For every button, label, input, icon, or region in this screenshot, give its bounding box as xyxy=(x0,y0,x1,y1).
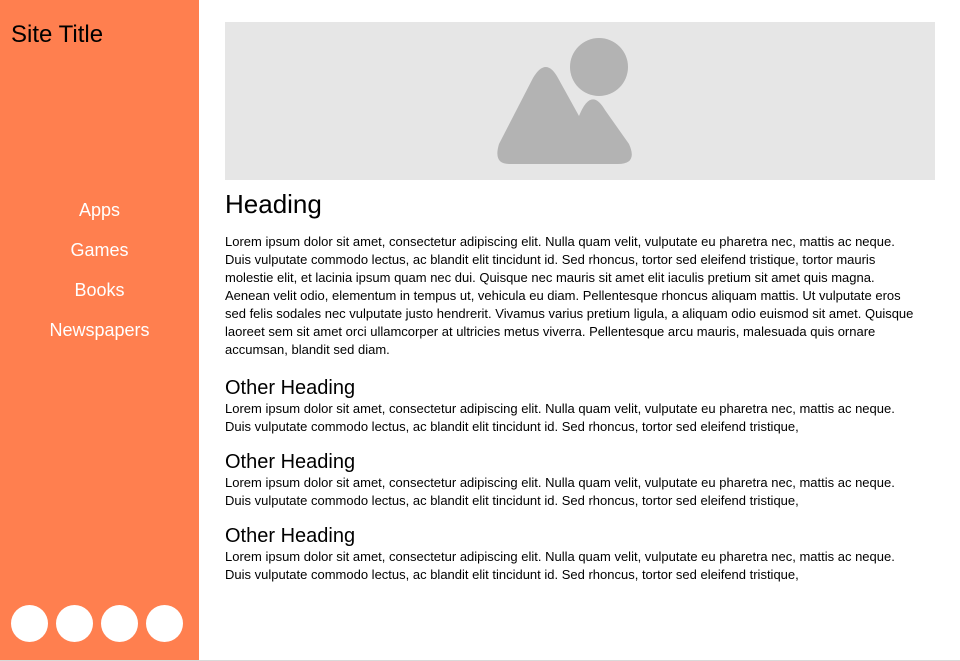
nav-item-books[interactable]: Books xyxy=(0,278,199,318)
sidebar: Site Title Apps Games Books Newspapers xyxy=(0,0,199,660)
hero-image xyxy=(225,22,935,180)
section-heading: Other Heading xyxy=(225,525,356,547)
social-circle-icon-1[interactable] xyxy=(11,605,48,642)
nav-item-newspapers[interactable]: Newspapers xyxy=(0,318,199,358)
intro-paragraph: Lorem ipsum dolor sit amet, consectetur … xyxy=(225,234,914,357)
social-circle-icon-3[interactable] xyxy=(101,605,138,642)
social-circle-icon-4[interactable] xyxy=(146,605,183,642)
nav-item-games[interactable]: Games xyxy=(0,238,199,278)
main-heading: Heading xyxy=(225,189,322,219)
social-links xyxy=(11,605,191,643)
content-section: Other Heading Lorem ipsum dolor sit amet… xyxy=(225,376,935,436)
section-paragraph: Lorem ipsum dolor sit amet, consectetur … xyxy=(225,475,895,508)
nav-item-apps[interactable]: Apps xyxy=(0,198,199,238)
section-paragraph: Lorem ipsum dolor sit amet, consectetur … xyxy=(225,549,895,582)
site-title[interactable]: Site Title xyxy=(11,20,103,50)
section-heading: Other Heading xyxy=(225,451,356,473)
image-placeholder-icon xyxy=(497,38,632,164)
section-paragraph: Lorem ipsum dolor sit amet, consectetur … xyxy=(225,401,895,434)
content-section: Other Heading Lorem ipsum dolor sit amet… xyxy=(225,524,935,584)
sidebar-nav: Apps Games Books Newspapers xyxy=(0,198,199,358)
content-section: Other Heading Lorem ipsum dolor sit amet… xyxy=(225,450,935,510)
section-heading: Other Heading xyxy=(225,377,356,399)
social-circle-icon-2[interactable] xyxy=(56,605,93,642)
main-content: Heading Lorem ipsum dolor sit amet, cons… xyxy=(225,22,935,584)
